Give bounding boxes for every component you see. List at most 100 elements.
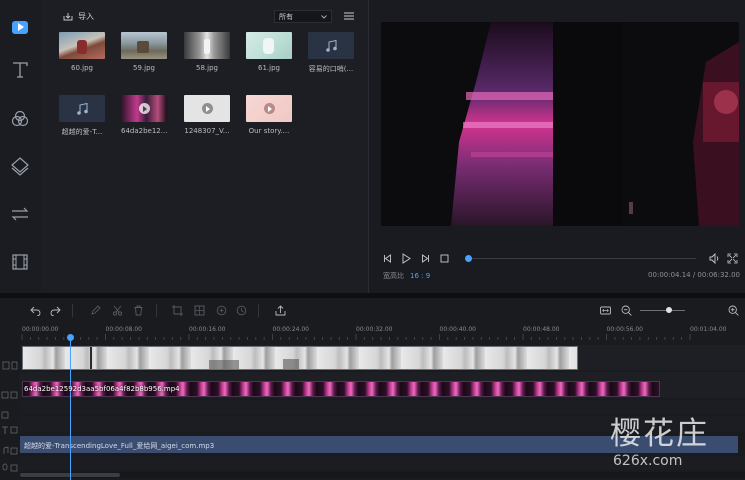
video-thumbnail xyxy=(121,95,167,122)
media-label: 64da2be12... xyxy=(121,127,167,135)
image-clip[interactable] xyxy=(22,346,578,370)
media-filter-select[interactable]: 所有 xyxy=(274,10,332,23)
redo-icon[interactable] xyxy=(50,305,61,316)
watermark: 樱花庄 626x.com xyxy=(610,408,740,474)
media-label: 超越的爱-T... xyxy=(61,128,103,136)
zoom-in-icon[interactable] xyxy=(728,305,739,316)
playback-bar xyxy=(381,252,739,266)
clip-detail xyxy=(283,359,299,369)
layers-icon xyxy=(11,157,29,176)
mosaic-icon[interactable] xyxy=(194,305,205,316)
music-track-icon[interactable] xyxy=(0,446,20,456)
clip-split xyxy=(90,347,92,369)
playhead[interactable] xyxy=(70,336,71,480)
media-icon xyxy=(12,20,28,34)
lock-icon[interactable] xyxy=(0,360,20,370)
media-label: 58.jpg xyxy=(196,64,218,72)
edit-icon[interactable] xyxy=(90,305,101,316)
freeze-frame-icon[interactable] xyxy=(216,305,227,316)
ruler-tick-label: 00:00:08.00 xyxy=(105,326,143,333)
aspect-ratio-label: 宽高比 xyxy=(383,272,404,280)
zoom-out-icon[interactable] xyxy=(621,305,632,316)
media-item[interactable]: 超越的爱-T... xyxy=(59,95,105,137)
filters-icon xyxy=(11,110,29,127)
photo-thumbnail xyxy=(121,32,167,59)
audio-thumbnail xyxy=(59,95,105,122)
import-button[interactable]: 导入 xyxy=(63,11,94,22)
track-header-music[interactable] xyxy=(0,441,20,455)
track-header-overlay[interactable] xyxy=(0,355,20,370)
text-track-icon[interactable] xyxy=(0,425,20,435)
toolbar-separator xyxy=(258,304,259,317)
clip-detail xyxy=(209,360,239,369)
media-tab-button[interactable] xyxy=(7,14,33,40)
video-clip-label: 64da2be12592d3aa5bf06a4f82b8b956.mp4 xyxy=(24,385,180,393)
playhead-handle[interactable] xyxy=(67,334,74,341)
watermark-url: 626x.com xyxy=(613,453,683,469)
music-note-icon xyxy=(326,39,337,52)
video-thumbnail xyxy=(246,95,292,122)
play-icon[interactable] xyxy=(401,253,411,264)
undo-icon[interactable] xyxy=(30,305,41,316)
voice-track-icon[interactable] xyxy=(0,463,20,473)
pip-track-icon[interactable] xyxy=(0,410,20,420)
overlay-tab-button[interactable] xyxy=(7,153,33,179)
prev-frame-icon[interactable] xyxy=(383,254,392,263)
zoom-slider[interactable] xyxy=(640,310,685,311)
list-view-icon[interactable] xyxy=(344,11,354,21)
progress-handle[interactable] xyxy=(464,255,472,262)
ruler-tick-label: 00:00:00.00 xyxy=(22,326,59,333)
fullscreen-icon[interactable] xyxy=(727,253,738,264)
transition-tab-button[interactable] xyxy=(7,201,33,227)
media-item[interactable]: 容易的口哨(... xyxy=(308,32,354,74)
duration-icon[interactable] xyxy=(236,305,247,316)
stop-icon[interactable] xyxy=(440,254,449,263)
audio-thumbnail xyxy=(308,32,354,59)
track-header-text[interactable] xyxy=(0,420,20,434)
media-item[interactable]: 59.jpg xyxy=(121,32,167,72)
photo-thumbnail xyxy=(184,32,230,59)
transition-icon xyxy=(11,207,29,221)
filter-value: 所有 xyxy=(279,12,293,21)
aspect-ratio[interactable]: 宽高比 16 : 9 xyxy=(383,271,430,281)
volume-icon[interactable] xyxy=(709,253,720,264)
overlay-track-spacer xyxy=(20,372,745,380)
import-icon xyxy=(63,13,73,21)
ruler-tick-label: 00:00:16.00 xyxy=(189,326,226,333)
import-label: 导入 xyxy=(78,12,94,21)
export-icon[interactable] xyxy=(275,305,286,316)
ruler-tick-label: 00:00:56.00 xyxy=(606,326,644,333)
fit-timeline-icon[interactable] xyxy=(600,305,611,316)
track-header-video[interactable] xyxy=(0,385,20,399)
media-item[interactable]: 58.jpg xyxy=(184,32,230,72)
delete-icon[interactable] xyxy=(133,305,144,316)
media-item[interactable]: 61.jpg xyxy=(246,32,292,72)
track-header-voice[interactable] xyxy=(0,458,20,472)
toolbar-separator xyxy=(156,304,157,317)
track-header-pip[interactable] xyxy=(0,405,20,419)
ruler-tick-label: 00:00:32.00 xyxy=(356,326,393,333)
element-tab-button[interactable] xyxy=(7,249,33,275)
tool-rail xyxy=(0,0,42,293)
chevron-down-icon xyxy=(321,14,327,19)
ruler-tick-label: 00:00:24.00 xyxy=(272,326,310,333)
media-item[interactable]: 60.jpg xyxy=(59,32,105,72)
text-tab-button[interactable] xyxy=(7,57,33,83)
media-item[interactable]: Our story.... xyxy=(246,95,292,135)
video-thumbnail xyxy=(184,95,230,122)
music-note-icon xyxy=(77,102,88,115)
media-label: 容易的口哨(... xyxy=(308,65,354,73)
next-frame-icon[interactable] xyxy=(421,254,430,263)
cut-icon[interactable] xyxy=(112,305,123,316)
video-track-icon[interactable] xyxy=(0,390,20,400)
media-label: Our story.... xyxy=(248,127,290,135)
zoom-slider-handle[interactable] xyxy=(666,307,672,313)
play-icon xyxy=(263,103,275,114)
progress-track[interactable] xyxy=(466,258,696,259)
crop-icon[interactable] xyxy=(172,305,183,316)
ruler-tick-label: 00:00:40.00 xyxy=(439,326,477,333)
filter-tab-button[interactable] xyxy=(7,106,33,132)
media-item[interactable]: 64da2be12... xyxy=(121,95,167,135)
timecode: 00:00:04.14 / 00:06:32.00 xyxy=(648,271,740,279)
media-item[interactable]: 1248307_V... xyxy=(184,95,230,135)
